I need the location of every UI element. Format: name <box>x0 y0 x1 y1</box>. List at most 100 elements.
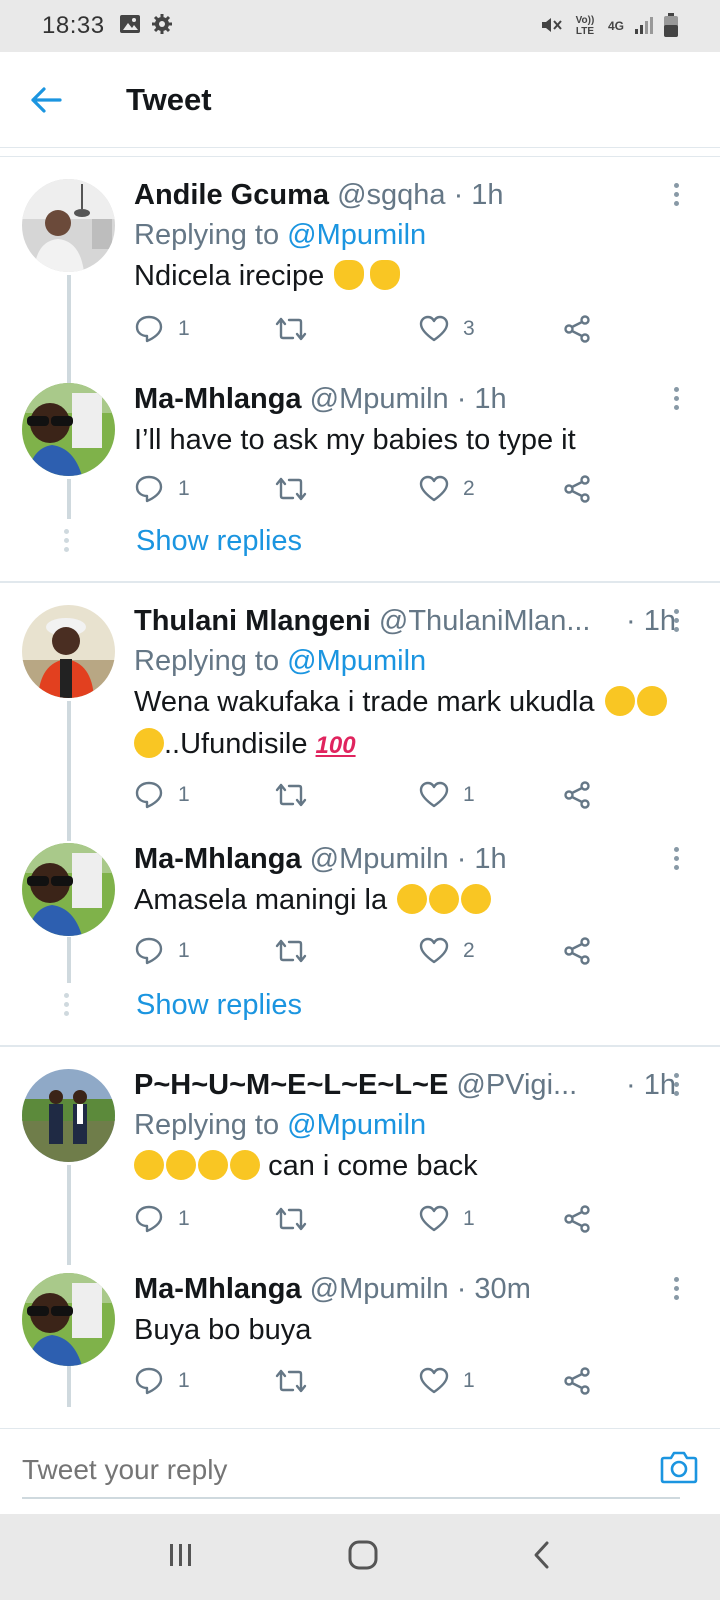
author-name[interactable]: Ma-Mhlanga <box>134 383 302 415</box>
retweet-button[interactable] <box>274 780 308 810</box>
share-button[interactable] <box>562 474 592 504</box>
like-button[interactable]: 3 <box>419 315 475 343</box>
reply-button[interactable]: 1 <box>134 1204 190 1234</box>
author-name[interactable]: Ma-Mhlanga <box>134 1273 302 1305</box>
reply-button[interactable]: 1 <box>134 474 190 504</box>
retweet-icon <box>275 783 307 807</box>
tweet-text: can i come back <box>134 1145 700 1187</box>
ok-hand-emoji <box>334 260 365 290</box>
retweet-button[interactable] <box>274 1366 308 1396</box>
reply-button[interactable]: 1 <box>134 1366 190 1396</box>
settings-icon <box>151 13 173 40</box>
share-button[interactable] <box>562 1204 592 1234</box>
author-name[interactable]: Andile Gcuma <box>134 179 329 211</box>
more-options-icon[interactable] <box>674 387 680 414</box>
like-button[interactable]: 1 <box>419 781 475 809</box>
avatar[interactable] <box>22 1273 115 1366</box>
app-bar: Tweet <box>0 52 720 148</box>
share-button[interactable] <box>562 314 592 344</box>
tweet-actions: 1 2 <box>134 471 604 507</box>
reply-count: 1 <box>178 1369 190 1392</box>
reply-thread: Andile Gcuma @sgqha · 1h Replying to @Mp… <box>0 157 720 583</box>
page-title: Tweet <box>126 81 212 117</box>
reply-input[interactable] <box>22 1443 680 1499</box>
tweet-text-content: can i come back <box>268 1150 478 1182</box>
mention-link[interactable]: @Mpumiln <box>287 219 426 251</box>
recent-apps-icon[interactable] <box>166 1541 196 1574</box>
reply-count: 1 <box>178 477 190 500</box>
tweet[interactable]: Ma-Mhlanga @Mpumiln · 30m Buya bo buya 1… <box>0 1251 720 1407</box>
like-button[interactable]: 2 <box>419 475 475 503</box>
reply-feed: Andile Gcuma @sgqha · 1h Replying to @Mp… <box>0 156 720 1407</box>
reply-icon <box>135 475 163 503</box>
reply-icon <box>135 1367 163 1395</box>
reply-icon <box>135 315 163 343</box>
heart-icon <box>419 781 449 808</box>
tweet-text: Wena wakufaka i trade mark ukudla ..Ufun… <box>134 681 700 767</box>
tweet[interactable]: Andile Gcuma @sgqha · 1h Replying to @Mp… <box>0 157 720 361</box>
like-button[interactable]: 1 <box>419 1205 475 1233</box>
more-options-icon[interactable] <box>674 183 680 210</box>
share-icon <box>564 1205 590 1233</box>
tweet-time: · 1h <box>456 383 507 415</box>
avatar[interactable] <box>22 179 115 272</box>
rofl-emoji <box>636 686 667 716</box>
retweet-icon <box>275 939 307 963</box>
retweet-button[interactable] <box>274 474 308 504</box>
more-options-icon[interactable] <box>674 1073 680 1100</box>
retweet-button[interactable] <box>274 936 308 966</box>
author-name[interactable]: Thulani Mlangeni <box>134 605 371 637</box>
reply-button[interactable]: 1 <box>134 936 190 966</box>
mention-link[interactable]: @Mpumiln <box>287 645 426 677</box>
share-button[interactable] <box>562 1366 592 1396</box>
show-replies-link[interactable]: Show replies <box>136 989 302 1022</box>
tweet-time: · 1h <box>620 601 676 641</box>
show-replies-link[interactable]: Show replies <box>136 525 302 558</box>
status-time: 18:33 <box>42 12 105 39</box>
like-button[interactable]: 2 <box>419 937 475 965</box>
rofl-emoji <box>134 728 164 758</box>
reply-thread: P~H~U~M~E~L~E~L~E @PVigi... · 1h Replyin… <box>0 1047 720 1407</box>
share-icon <box>564 781 590 809</box>
mention-link[interactable]: @Mpumiln <box>287 1109 426 1141</box>
reply-icon <box>135 1205 163 1233</box>
tweet[interactable]: Ma-Mhlanga @Mpumiln · 1h Amasela maningi… <box>0 821 720 981</box>
avatar[interactable] <box>22 605 115 698</box>
tweet[interactable]: P~H~U~M~E~L~E~L~E @PVigi... · 1h Replyin… <box>0 1047 720 1251</box>
share-button[interactable] <box>562 780 592 810</box>
like-count: 3 <box>463 317 475 340</box>
hundred-points-emoji: 100 <box>315 732 356 759</box>
replying-label: Replying to <box>134 1109 280 1141</box>
camera-icon[interactable] <box>660 1449 698 1490</box>
yum-emoji <box>134 1150 164 1180</box>
tweet-text: I’ll have to ask my babies to type it <box>134 424 576 456</box>
reply-button[interactable]: 1 <box>134 780 190 810</box>
like-button[interactable]: 1 <box>419 1367 475 1395</box>
reply-button[interactable]: 1 <box>134 314 190 344</box>
back-icon[interactable] <box>530 1540 554 1575</box>
reply-count: 1 <box>178 317 190 340</box>
more-options-icon[interactable] <box>674 609 680 636</box>
share-button[interactable] <box>562 936 592 966</box>
more-options-icon[interactable] <box>674 847 680 874</box>
yum-emoji <box>198 1150 228 1180</box>
retweet-icon <box>275 317 307 341</box>
avatar[interactable] <box>22 843 115 936</box>
avatar[interactable] <box>22 383 115 476</box>
tweet[interactable]: Ma-Mhlanga @Mpumiln · 1h I’ll have to as… <box>0 361 720 521</box>
retweet-button[interactable] <box>274 314 308 344</box>
reply-count: 1 <box>178 1207 190 1230</box>
tweet-time: · 1h <box>456 843 507 875</box>
more-options-icon[interactable] <box>674 1277 680 1304</box>
home-icon[interactable] <box>347 1539 379 1576</box>
replying-label: Replying to <box>134 645 280 677</box>
yum-emoji <box>166 1150 196 1180</box>
tweet[interactable]: Thulani Mlangeni @ThulaniMlan... · 1h Re… <box>0 583 720 821</box>
retweet-button[interactable] <box>274 1204 308 1234</box>
tweet-time: · 1h <box>453 179 504 211</box>
arrow-left-icon[interactable] <box>30 80 76 120</box>
avatar[interactable] <box>22 1069 115 1162</box>
author-name[interactable]: Ma-Mhlanga <box>134 843 302 875</box>
author-name[interactable]: P~H~U~M~E~L~E~L~E <box>134 1069 448 1101</box>
author-handle: @sgqha <box>337 179 446 211</box>
